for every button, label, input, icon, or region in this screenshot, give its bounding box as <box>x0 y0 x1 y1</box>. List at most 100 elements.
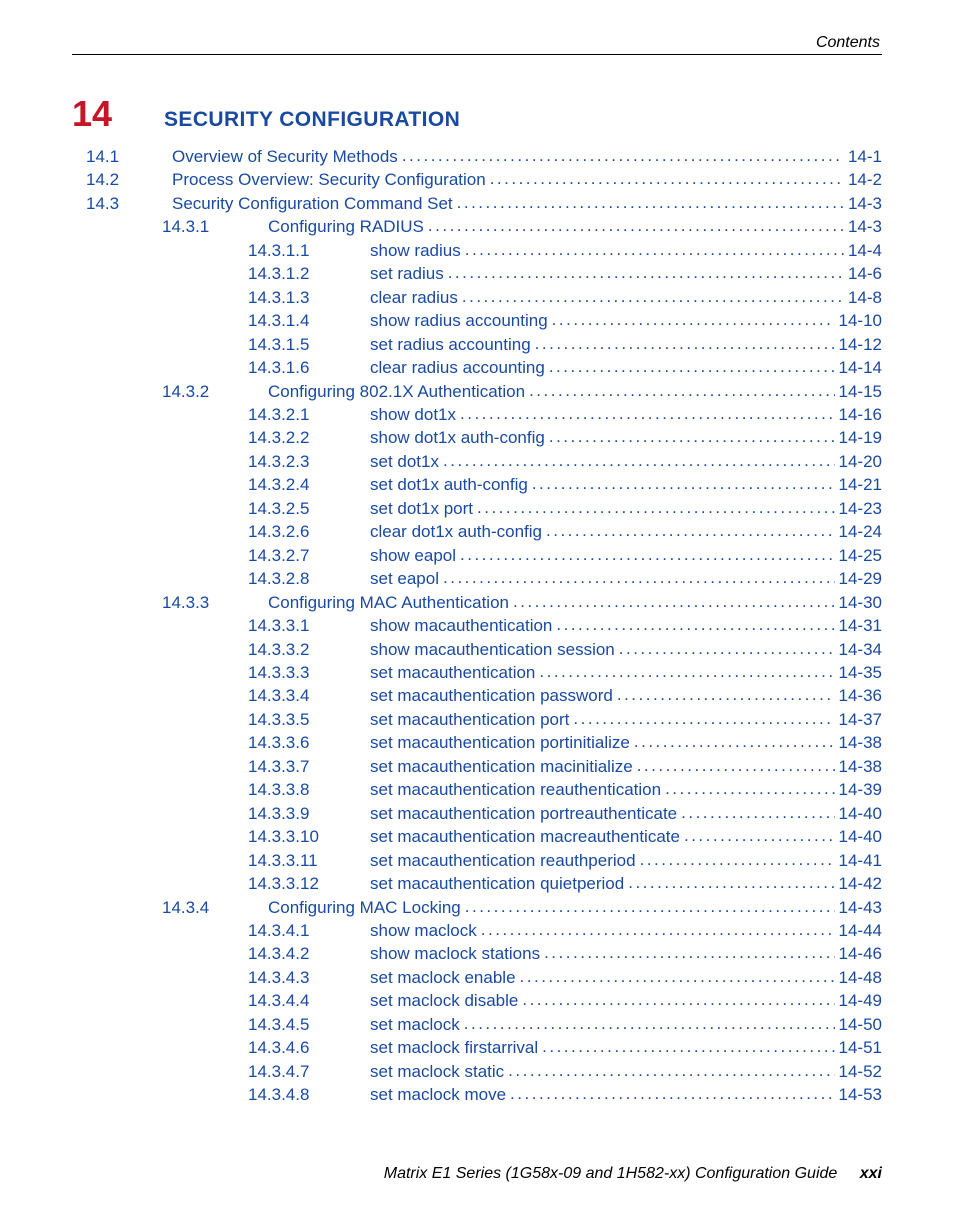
toc-leader-dots <box>462 285 844 308</box>
toc-entry-page: 14-42 <box>839 872 882 895</box>
toc-entry[interactable]: 14.2Process Overview: Security Configura… <box>72 168 882 191</box>
toc-entry[interactable]: 14.3.3.8set macauthentication reauthenti… <box>72 778 882 801</box>
toc-entry-page: 14-23 <box>839 497 882 520</box>
toc-entry[interactable]: 14.3.2.5set dot1x port14-23 <box>72 497 882 520</box>
toc-entry[interactable]: 14.3.3.9set macauthentication portreauth… <box>72 802 882 825</box>
toc-entry[interactable]: 14.3.4.1show maclock14-44 <box>72 919 882 942</box>
toc-leader-dots <box>460 543 835 566</box>
toc-entry-page: 14-19 <box>839 426 882 449</box>
toc-entry-title: set macauthentication quietperiod <box>350 872 624 895</box>
toc-entry-title: set maclock <box>350 1013 460 1036</box>
toc-entry-page: 14-53 <box>839 1083 882 1106</box>
toc-entry-number: 14.3.1.5 <box>72 333 350 356</box>
toc-entry[interactable]: 14.3.3.10set macauthentication macreauth… <box>72 825 882 848</box>
toc-entry-page: 14-12 <box>839 333 882 356</box>
toc-entry-page: 14-21 <box>839 473 882 496</box>
toc-entry-number: 14.3.2.3 <box>72 450 350 473</box>
toc-leader-dots <box>552 308 835 331</box>
table-of-contents: 14.1Overview of Security Methods14-114.2… <box>72 145 882 1107</box>
toc-entry-title: set maclock firstarrival <box>350 1036 538 1059</box>
toc-entry-title: set macauthentication macinitialize <box>350 755 633 778</box>
toc-entry[interactable]: 14.3.4.6set maclock firstarrival14-51 <box>72 1036 882 1059</box>
toc-entry-number: 14.3.2.5 <box>72 497 350 520</box>
toc-entry-number: 14.3.3.3 <box>72 661 350 684</box>
toc-entry[interactable]: 14.3.2.6clear dot1x auth-config 14-24 <box>72 520 882 543</box>
toc-entry[interactable]: 14.3.3.12set macauthentication quietperi… <box>72 872 882 895</box>
toc-entry[interactable]: 14.3.3.5set macauthentication port14-37 <box>72 708 882 731</box>
toc-entry[interactable]: 14.3.2Configuring 802.1X Authentication1… <box>72 380 882 403</box>
toc-entry[interactable]: 14.3.4Configuring MAC Locking14-43 <box>72 896 882 919</box>
toc-entry-number: 14.3.3.6 <box>72 731 350 754</box>
toc-entry-page: 14-44 <box>839 919 882 942</box>
toc-entry[interactable]: 14.3.2.1show dot1x14-16 <box>72 403 882 426</box>
toc-entry[interactable]: 14.3.3Configuring MAC Authentication14-3… <box>72 591 882 614</box>
toc-entry[interactable]: 14.3.3.7set macauthentication macinitial… <box>72 755 882 778</box>
toc-entry[interactable]: 14.3.3.11set macauthentication reauthper… <box>72 849 882 872</box>
toc-entry-title: Configuring MAC Locking <box>248 896 461 919</box>
toc-entry-title: show dot1x auth-config <box>350 426 545 449</box>
toc-entry-page: 14-34 <box>839 638 882 661</box>
toc-leader-dots <box>529 379 834 402</box>
toc-entry[interactable]: 14.3.4.5set maclock14-50 <box>72 1013 882 1036</box>
toc-entry-title: clear dot1x auth-config <box>350 520 542 543</box>
toc-entry[interactable]: 14.3.3.2show macauthentication session14… <box>72 638 882 661</box>
chapter-title: SECURITY CONFIGURATION <box>164 108 460 132</box>
toc-entry-number: 14.3.1.4 <box>72 309 350 332</box>
toc-entry[interactable]: 14.3.2.2show dot1x auth-config14-19 <box>72 426 882 449</box>
toc-leader-dots <box>490 167 844 190</box>
toc-entry-page: 14-35 <box>839 661 882 684</box>
toc-entry[interactable]: 14.3.4.2show maclock stations14-46 <box>72 942 882 965</box>
toc-entry[interactable]: 14.3.3.1show macauthentication14-31 <box>72 614 882 637</box>
toc-entry-page: 14-48 <box>839 966 882 989</box>
toc-entry-page: 14-31 <box>839 614 882 637</box>
toc-entry[interactable]: 14.3.2.7show eapol14-25 <box>72 544 882 567</box>
toc-entry-page: 14-25 <box>839 544 882 567</box>
toc-entry[interactable]: 14.3.2.8set eapol14-29 <box>72 567 882 590</box>
toc-entry[interactable]: 14.3.1Configuring RADIUS14-3 <box>72 215 882 238</box>
toc-leader-dots <box>681 801 834 824</box>
toc-entry[interactable]: 14.1Overview of Security Methods14-1 <box>72 145 882 168</box>
toc-entry[interactable]: 14.3.1.6clear radius accounting14-14 <box>72 356 882 379</box>
toc-entry-page: 14-24 <box>839 520 882 543</box>
chapter-number: 14 <box>72 93 164 135</box>
toc-entry-page: 14-39 <box>839 778 882 801</box>
toc-entry-page: 14-20 <box>839 450 882 473</box>
toc-entry-page: 14-38 <box>839 755 882 778</box>
toc-entry[interactable]: 14.3Security Configuration Command Set14… <box>72 192 882 215</box>
toc-entry-number: 14.3.2.6 <box>72 520 350 543</box>
toc-entry[interactable]: 14.3.2.4set dot1x auth-config14-21 <box>72 473 882 496</box>
toc-entry-number: 14.3.3.5 <box>72 708 350 731</box>
toc-entry-title: set maclock disable <box>350 989 518 1012</box>
toc-entry-number: 14.3.3 <box>72 591 248 614</box>
toc-entry[interactable]: 14.3.4.4set maclock disable14-49 <box>72 989 882 1012</box>
toc-entry[interactable]: 14.3.4.7set maclock static14-52 <box>72 1060 882 1083</box>
toc-entry[interactable]: 14.3.1.2set radius14-6 <box>72 262 882 285</box>
toc-entry-number: 14.3.1.2 <box>72 262 350 285</box>
toc-entry-number: 14.3.3.8 <box>72 778 350 801</box>
chapter-heading: 14 SECURITY CONFIGURATION <box>72 93 882 135</box>
toc-entry-title: show eapol <box>350 544 456 567</box>
toc-entry-title: show dot1x <box>350 403 456 426</box>
toc-leader-dots <box>443 566 835 589</box>
toc-entry[interactable]: 14.3.1.1show radius14-4 <box>72 239 882 262</box>
toc-entry-page: 14-46 <box>839 942 882 965</box>
toc-entry-page: 14-16 <box>839 403 882 426</box>
toc-leader-dots <box>457 191 844 214</box>
toc-entry[interactable]: 14.3.3.4set macauthentication password14… <box>72 684 882 707</box>
toc-entry-number: 14.3.1.6 <box>72 356 350 379</box>
toc-entry[interactable]: 14.3.3.6set macauthentication portinitia… <box>72 731 882 754</box>
toc-entry[interactable]: 14.3.2.3set dot1x14-20 <box>72 450 882 473</box>
toc-entry-title: show maclock stations <box>350 942 540 965</box>
toc-entry[interactable]: 14.3.3.3set macauthentication14-35 <box>72 661 882 684</box>
toc-entry-title: set macauthentication reauthperiod <box>350 849 636 872</box>
toc-entry[interactable]: 14.3.4.3set maclock enable14-48 <box>72 966 882 989</box>
toc-entry[interactable]: 14.3.1.4show radius accounting14-10 <box>72 309 882 332</box>
toc-entry-number: 14.3.2 <box>72 380 248 403</box>
toc-entry-page: 14-37 <box>839 708 882 731</box>
toc-entry-page: 14-38 <box>839 731 882 754</box>
toc-entry-title: clear radius <box>350 286 458 309</box>
toc-leader-dots <box>522 988 834 1011</box>
toc-entry[interactable]: 14.3.4.8set maclock move14-53 <box>72 1083 882 1106</box>
toc-entry[interactable]: 14.3.1.3clear radius14-8 <box>72 286 882 309</box>
toc-entry[interactable]: 14.3.1.5set radius accounting14-12 <box>72 333 882 356</box>
